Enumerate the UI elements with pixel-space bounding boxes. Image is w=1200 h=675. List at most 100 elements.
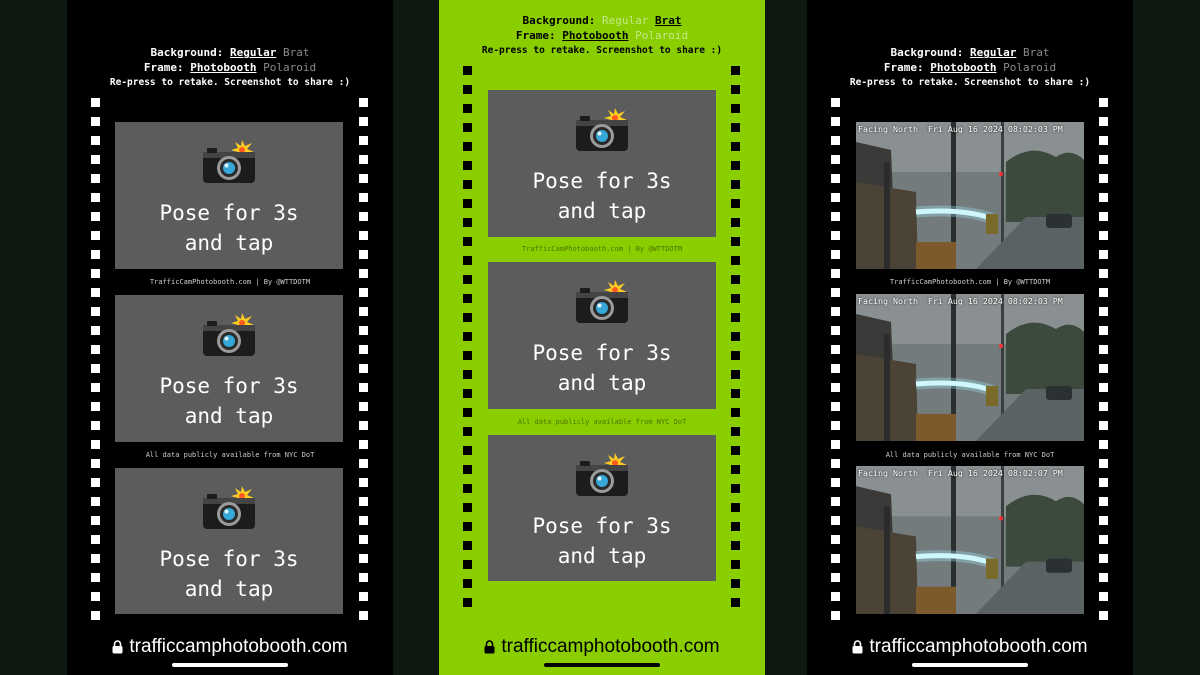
frame-option-polaroid[interactable]: Polaroid [1003, 61, 1056, 74]
film-perforation [463, 370, 472, 379]
background-option-regular[interactable]: Regular [230, 46, 276, 59]
film-perforation [359, 440, 368, 449]
background-option-brat[interactable]: Brat [655, 14, 682, 27]
traffic-cam-photo[interactable]: Facing North Fri Aug 16 2024 08:02:07 PM [856, 466, 1084, 614]
home-indicator[interactable] [172, 663, 288, 667]
film-perforation [1099, 136, 1108, 145]
film-perforation [731, 237, 740, 246]
film-perforation [831, 364, 840, 373]
film-perforation [1099, 98, 1108, 107]
film-perforation [91, 345, 100, 354]
traffic-cam-photo[interactable]: Facing North Fri Aug 16 2024 08:02:03 PM [856, 294, 1084, 441]
film-perforation [91, 516, 100, 525]
film-perforation [91, 478, 100, 487]
film-perforation [731, 579, 740, 588]
film-perforation [463, 389, 472, 398]
photo-tile[interactable]: Pose for 3s and tap [115, 122, 343, 269]
film-perforation [463, 313, 472, 322]
film-perforation [731, 104, 740, 113]
film-perforation [463, 104, 472, 113]
traffic-cam-photo[interactable]: Facing North Fri Aug 16 2024 08:02:03 PM [856, 122, 1084, 269]
film-perforation [359, 269, 368, 278]
film-perforation [731, 598, 740, 607]
browser-address-bar[interactable]: trafficcamphotobooth.com [807, 625, 1133, 675]
film-perforation [831, 269, 840, 278]
credit-caption: TrafficCamPhotobooth.com | By @WTTDOTM [889, 278, 1051, 286]
film-perforation [1099, 535, 1108, 544]
screen-brat-idle: Background: Regular Brat Frame: Photoboo… [439, 0, 765, 675]
film-perforation [731, 465, 740, 474]
film-perforation [359, 117, 368, 126]
film-perforation [731, 408, 740, 417]
film-perforation [831, 174, 840, 183]
film-perforation [91, 364, 100, 373]
background-option-regular[interactable]: Regular [970, 46, 1016, 59]
film-perforation [91, 402, 100, 411]
photo-tile[interactable]: Pose for 3s and tap [488, 90, 716, 237]
film-perforation [359, 516, 368, 525]
film-perforation [91, 554, 100, 563]
film-perforation [1099, 516, 1108, 525]
film-perforation [731, 332, 740, 341]
film-perforation [831, 516, 840, 525]
film-perforation [91, 383, 100, 392]
photo-tile[interactable]: Pose for 3s and tap [488, 262, 716, 409]
camera-with-flash-icon [201, 138, 257, 188]
film-perforation [731, 66, 740, 75]
film-perforation [731, 389, 740, 398]
film-perforation [463, 465, 472, 474]
photo-tile[interactable]: Pose for 3s and tap [115, 468, 343, 614]
film-perforation [831, 554, 840, 563]
frame-option-photobooth[interactable]: Photobooth [190, 61, 256, 74]
film-perforation [359, 193, 368, 202]
film-perforation [463, 560, 472, 569]
film-perforation [831, 307, 840, 316]
film-perforation [731, 180, 740, 189]
film-perforation [831, 573, 840, 582]
frame-label: Frame: [883, 61, 924, 74]
home-indicator[interactable] [544, 663, 660, 667]
film-perforation [359, 364, 368, 373]
data-source-caption: All data publicly available from NYC DoT [517, 418, 687, 426]
home-indicator[interactable] [912, 663, 1028, 667]
film-perforation [359, 212, 368, 221]
background-option-regular[interactable]: Regular [602, 14, 648, 27]
film-perforation [731, 161, 740, 170]
url-text: trafficcamphotobooth.com [869, 636, 1088, 657]
pose-prompt-line1: Pose for 3s [532, 341, 672, 365]
film-perforation [463, 541, 472, 550]
film-perforation [731, 560, 740, 569]
film-perforation [731, 313, 740, 322]
film-perforation [731, 522, 740, 531]
film-perforation [463, 484, 472, 493]
photo-tile[interactable]: Pose for 3s and tap [488, 435, 716, 581]
settings-header: Background: Regular Brat Frame: Photoboo… [67, 45, 393, 90]
credit-caption: TrafficCamPhotobooth.com | By @WTTDOTM [521, 245, 683, 253]
frame-option-polaroid[interactable]: Polaroid [263, 61, 316, 74]
film-perforation [831, 136, 840, 145]
pose-prompt-line1: Pose for 3s [532, 514, 672, 538]
retake-tip: Re-press to retake. Screenshot to share … [109, 77, 351, 88]
frame-option-polaroid[interactable]: Polaroid [635, 29, 688, 42]
settings-header: Background: Regular Brat Frame: Photoboo… [439, 13, 765, 58]
background-option-brat[interactable]: Brat [1023, 46, 1050, 59]
film-perforation [359, 478, 368, 487]
film-perforation [1099, 402, 1108, 411]
film-perforation [91, 440, 100, 449]
film-perforation [831, 535, 840, 544]
frame-option-photobooth[interactable]: Photobooth [562, 29, 628, 42]
film-perforation [463, 503, 472, 512]
film-perforation [1099, 611, 1108, 620]
frame-label: Frame: [515, 29, 556, 42]
pose-prompt-line2: and tap [557, 544, 647, 568]
film-perforation [831, 478, 840, 487]
film-perforation [91, 193, 100, 202]
browser-address-bar[interactable]: trafficcamphotobooth.com [439, 625, 765, 675]
film-perforation [1099, 231, 1108, 240]
film-perforation [359, 402, 368, 411]
photo-tile[interactable]: Pose for 3s and tap [115, 295, 343, 442]
browser-address-bar[interactable]: trafficcamphotobooth.com [67, 625, 393, 675]
background-option-brat[interactable]: Brat [283, 46, 310, 59]
frame-option-photobooth[interactable]: Photobooth [930, 61, 996, 74]
film-perforation [359, 231, 368, 240]
